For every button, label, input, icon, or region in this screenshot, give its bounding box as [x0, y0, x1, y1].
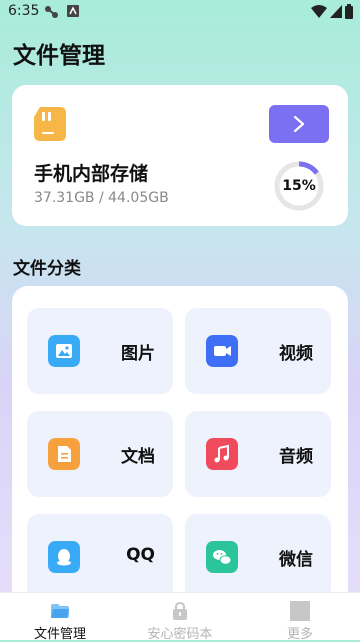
category-label: 图片 [121, 344, 155, 364]
nav-label: 文件管理 [33, 627, 86, 642]
status-bar: 6:35 [0, 0, 360, 24]
link-icon [45, 6, 58, 18]
category-qq[interactable]: QQ [27, 514, 173, 600]
nav-label: 安心密码本 [147, 627, 213, 642]
music-icon [206, 438, 238, 470]
chevron-right-icon [293, 115, 305, 133]
status-time: 6:35 [8, 3, 40, 19]
category-videos[interactable]: 视频 [185, 308, 331, 394]
category-documents[interactable]: 文档 [27, 411, 173, 497]
category-label: 微信 [279, 550, 313, 570]
category-wechat[interactable]: 微信 [185, 514, 331, 600]
nav-item-password-book[interactable]: 安心密码本 [120, 593, 240, 642]
qq-icon [48, 541, 80, 573]
category-panel: 图片 视频 文档 音频 QQ 微信 [12, 286, 348, 606]
image-icon [48, 335, 80, 367]
category-images[interactable]: 图片 [27, 308, 173, 394]
document-icon [48, 438, 80, 470]
storage-percent: 15% [282, 178, 316, 194]
category-label: QQ [126, 545, 155, 565]
category-label: 音频 [279, 447, 313, 467]
sd-card-icon [34, 107, 66, 141]
wechat-icon [206, 541, 238, 573]
folder-icon [51, 604, 69, 618]
wifi-icon [311, 5, 327, 18]
nav-item-file-manager[interactable]: 文件管理 [0, 593, 120, 642]
category-label: 文档 [121, 447, 155, 467]
storage-open-button[interactable] [269, 105, 329, 143]
storage-size: 37.31GB / 44.05GB [34, 190, 169, 206]
lock-icon [173, 601, 187, 620]
signal-icon [330, 5, 342, 18]
category-label: 视频 [279, 344, 313, 364]
category-audio[interactable]: 音频 [185, 411, 331, 497]
nav-label: 更多 [286, 627, 313, 642]
storage-title: 手机内部存储 [34, 163, 149, 185]
more-icon [290, 601, 310, 621]
app-notification-icon [67, 5, 79, 17]
categories-title: 文件分类 [13, 259, 81, 279]
bottom-nav: 文件管理 安心密码本 更多 [0, 592, 360, 642]
page-title: 文件管理 [13, 43, 105, 69]
video-icon [206, 335, 238, 367]
nav-item-more[interactable]: 更多 [240, 593, 360, 642]
battery-icon [345, 4, 353, 19]
storage-card[interactable]: 手机内部存储 37.31GB / 44.05GB 15% [12, 85, 348, 226]
